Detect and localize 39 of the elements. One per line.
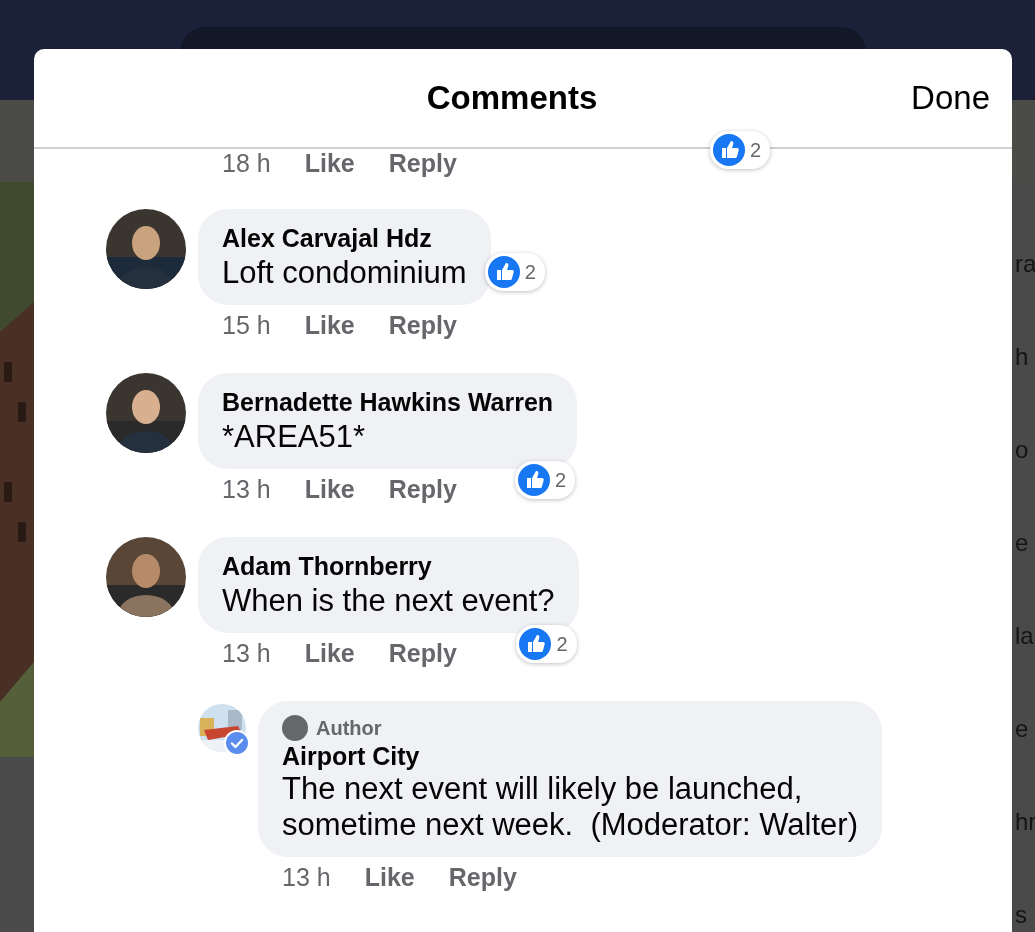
reaction-count: 2 [556, 632, 568, 656]
reply-button[interactable]: Reply [388, 149, 457, 178]
reply-button[interactable]: Reply [388, 310, 457, 340]
reaction-count: 2 [555, 468, 567, 492]
comment-time: 13 h [222, 474, 271, 504]
comment-text: Loft condominium [222, 254, 467, 292]
commenter-name[interactable]: Alex Carvajal Hdz [222, 223, 467, 253]
comment-text: When is the next event? [222, 582, 555, 620]
commenter-name[interactable]: Bernadette Hawkins Warren [222, 387, 554, 417]
like-button[interactable]: Like [304, 149, 355, 178]
reaction-badge[interactable]: 2 [515, 461, 576, 499]
reaction-count: 2 [750, 138, 762, 162]
like-button[interactable]: Like [304, 638, 355, 668]
comment-text: *AREA51* [222, 418, 367, 456]
comment-time: 13 h [222, 638, 271, 668]
thumbs-up-icon [713, 134, 745, 166]
comment-text: The next event will likely be launched, sometime next week. (Moderator: Walter) [282, 771, 858, 843]
reaction-badge[interactable]: 2 [516, 625, 577, 663]
reaction-count: 2 [524, 260, 536, 284]
like-button[interactable]: Like [304, 310, 355, 340]
reply-button[interactable]: Reply [388, 638, 457, 668]
comment-time: 13 h [282, 862, 331, 892]
author-label: Author [316, 716, 382, 740]
reply-button[interactable]: Reply [448, 862, 517, 892]
commenter-name[interactable]: Airport City [282, 741, 858, 771]
thumbs-up-icon [519, 628, 552, 660]
thumbs-up-icon [518, 464, 550, 496]
thumbs-up-icon [487, 256, 520, 288]
dialog-title: Comments [426, 79, 598, 117]
reaction-badge[interactable]: 2 [710, 131, 771, 169]
done-button[interactable]: Done [911, 79, 990, 117]
comment-time: 18 h [222, 149, 271, 178]
reply-button[interactable]: Reply [388, 474, 457, 504]
comment-time: 15 h [222, 310, 271, 340]
commenter-name[interactable]: Adam Thornberry [222, 551, 555, 581]
like-button[interactable]: Like [364, 862, 415, 892]
reaction-badge[interactable]: 2 [484, 253, 545, 291]
like-button[interactable]: Like [304, 474, 355, 504]
author-badge-icon [282, 715, 308, 741]
